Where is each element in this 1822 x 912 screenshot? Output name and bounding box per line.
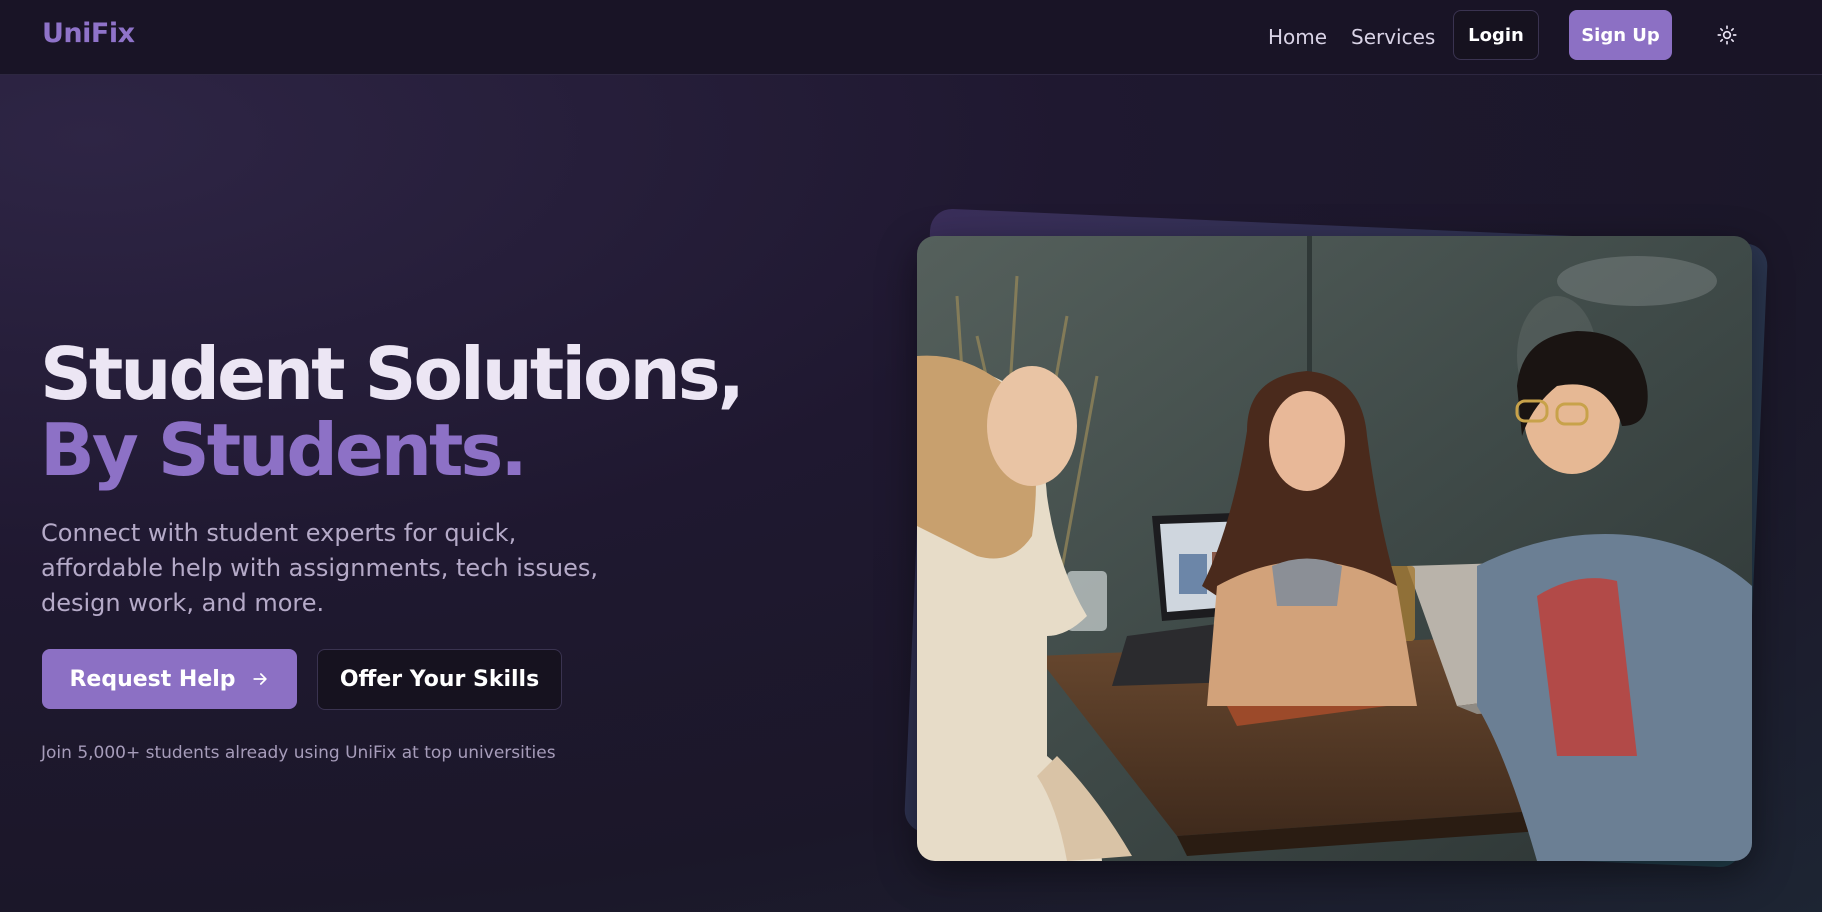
arrow-right-icon <box>252 673 267 685</box>
request-help-label: Request Help <box>69 666 236 692</box>
hero-title-line1: Student Solutions, <box>40 332 745 416</box>
signup-button[interactable]: Sign Up <box>1569 10 1672 60</box>
social-proof-text: Join 5,000+ students already using UniFi… <box>41 743 556 763</box>
brand-logo[interactable]: UniFix <box>42 18 135 49</box>
login-button[interactable]: Login <box>1453 10 1539 60</box>
sun-icon <box>1717 25 1737 45</box>
nav-link-home[interactable]: Home <box>1268 25 1327 49</box>
hero-title-line2: By Students. <box>40 408 528 492</box>
hero-subtitle: Connect with student experts for quick, … <box>41 519 599 617</box>
nav-link-services[interactable]: Services <box>1351 25 1435 49</box>
theme-toggle-button[interactable] <box>1714 22 1740 48</box>
request-help-button[interactable]: Request Help <box>42 649 297 709</box>
offer-skills-button[interactable]: Offer Your Skills <box>317 649 562 710</box>
hero-title: Student Solutions, By Students. <box>40 332 745 492</box>
hero-photo <box>917 236 1752 861</box>
navbar: UniFix Home Services Login Sign Up <box>0 0 1822 75</box>
